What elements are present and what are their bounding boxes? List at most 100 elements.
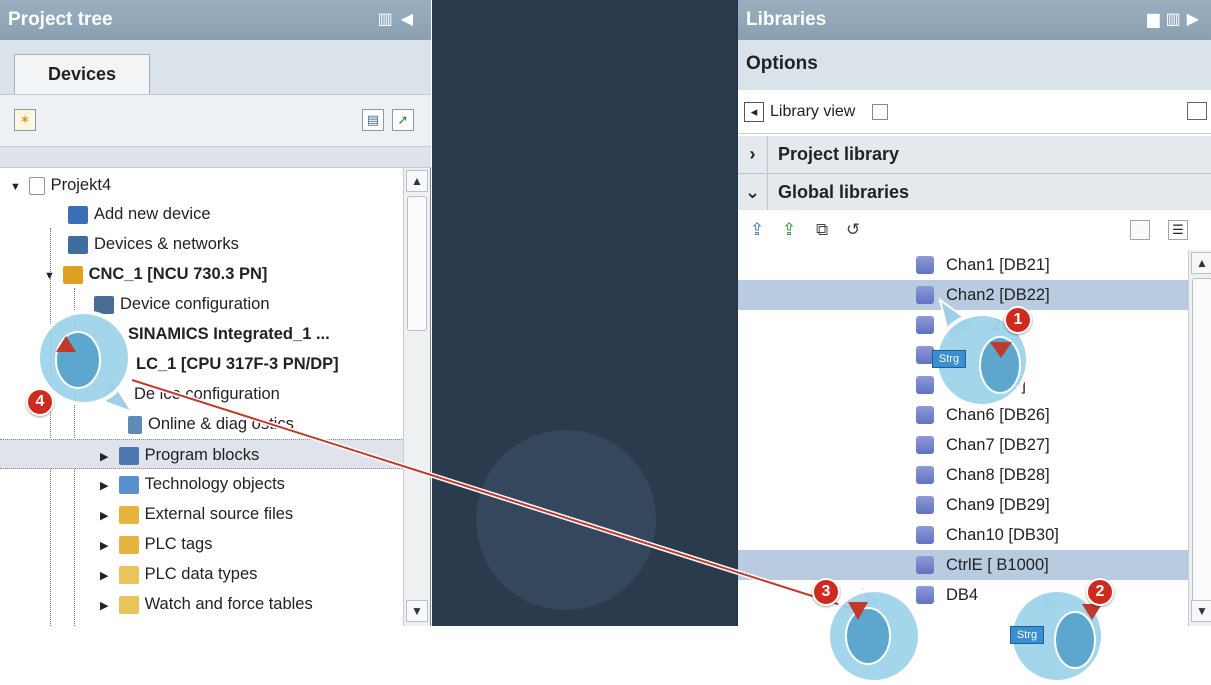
scroll-up-icon[interactable]: ▲ bbox=[406, 170, 428, 192]
tree-item-label: Technology objects bbox=[144, 475, 285, 493]
save-library-icon[interactable]: ⧉ bbox=[816, 220, 836, 240]
detail-view-icon[interactable]: ▤ bbox=[362, 109, 384, 131]
tree-item-label: LC_1 [CPU 317F-3 PN/DP] bbox=[136, 355, 339, 373]
tree-item-label: Online & diag ostics bbox=[148, 415, 294, 433]
expand-down-icon[interactable]: ▼ bbox=[44, 261, 58, 291]
expand-right-icon[interactable]: ▶ bbox=[100, 591, 114, 621]
library-item[interactable]: Chan1 [DB21] bbox=[738, 250, 1188, 280]
tree-item-cnc[interactable]: ▼ CNC_1 [NCU 730.3 PN] bbox=[0, 259, 404, 289]
new-item-icon[interactable]: ✶ bbox=[14, 109, 36, 131]
library-item[interactable]: Chan8 [DB28] bbox=[738, 460, 1188, 490]
tree-item-label: Devices & networks bbox=[94, 235, 239, 253]
library-item[interactable]: 23] bbox=[738, 310, 1188, 340]
project-tree-scrollbar[interactable]: ▲ ▼ bbox=[403, 168, 430, 626]
network-icon bbox=[68, 235, 88, 254]
tree-item-devices-networks[interactable]: Devices & networks bbox=[0, 229, 404, 259]
new-library-icon[interactable]: ⇪ bbox=[750, 220, 770, 240]
library-view-label[interactable]: Library view bbox=[770, 103, 855, 120]
list-view-icon[interactable]: ☰ bbox=[1168, 220, 1188, 240]
step-badge-3: 3 bbox=[812, 578, 840, 606]
library-list-scrollbar[interactable]: ▲ ▼ bbox=[1188, 250, 1211, 626]
technology-objects-icon bbox=[118, 475, 139, 494]
library-item[interactable]: Chan2 [DB22] bbox=[738, 280, 1188, 310]
tree-item-plc-data-types[interactable]: ▶ PLC data types bbox=[0, 559, 404, 589]
watch-table-icon bbox=[118, 595, 139, 614]
data-block-icon bbox=[916, 286, 934, 304]
tree-item-plc[interactable]: LC_1 [CPU 317F-3 PN/DP] bbox=[0, 349, 404, 379]
step-badge-2: 2 bbox=[1086, 578, 1114, 606]
global-libraries-toolbar: ⇪ ⇪ ⧉ ↺ ☰ bbox=[738, 210, 1211, 250]
tab-devices[interactable]: Devices bbox=[14, 54, 150, 94]
ctrl-key-badge: Strg bbox=[1010, 626, 1044, 644]
libraries-title: Libraries bbox=[746, 9, 827, 30]
chevron-right-icon[interactable]: › bbox=[738, 136, 768, 172]
tree-item-label: Add new device bbox=[94, 205, 211, 223]
scroll-thumb[interactable] bbox=[407, 196, 427, 331]
tree-item-device-configuration[interactable]: Device configuration bbox=[0, 289, 404, 319]
expand-right-icon[interactable]: ▶ bbox=[100, 531, 114, 561]
tree-item-watch-force-tables[interactable]: ▶ Watch and force tables bbox=[0, 589, 404, 619]
titlebar-controls: ▆▥▶ bbox=[1147, 0, 1205, 40]
tree-item-external-source-files[interactable]: ▶ External source files bbox=[0, 499, 404, 529]
global-libraries-label: Global libraries bbox=[778, 182, 910, 202]
update-library-icon[interactable]: ↺ bbox=[846, 220, 866, 240]
options-label: Options bbox=[746, 53, 818, 74]
library-item[interactable]: B25] bbox=[738, 370, 1188, 400]
scroll-up-icon[interactable]: ▲ bbox=[1191, 252, 1211, 274]
data-block-icon bbox=[916, 316, 934, 334]
diagnostics-icon bbox=[128, 415, 142, 434]
data-block-icon bbox=[916, 436, 934, 454]
pin-icon[interactable]: ▥ bbox=[378, 11, 401, 28]
tree-item-project[interactable]: ▼ Projekt4 bbox=[0, 170, 404, 200]
tree-item-label: Watch and force tables bbox=[144, 595, 313, 613]
program-blocks-icon bbox=[118, 446, 139, 465]
collapse-right-icon[interactable]: ▶ bbox=[1187, 11, 1205, 28]
pin-icon[interactable]: ▥ bbox=[1166, 11, 1187, 28]
scroll-down-icon[interactable]: ▼ bbox=[406, 600, 428, 622]
tree-item-label: PLC data types bbox=[144, 565, 258, 583]
float-window-icon[interactable]: ▆ bbox=[1147, 11, 1165, 28]
tree-item-plc-device-configuration[interactable]: De ice configuration bbox=[0, 379, 404, 409]
library-item[interactable]: Chan6 [DB26] bbox=[738, 400, 1188, 430]
scroll-thumb[interactable] bbox=[1192, 278, 1211, 608]
library-item[interactable]: Chan7 [DB27] bbox=[738, 430, 1188, 460]
export-icon[interactable]: ➚ bbox=[392, 109, 414, 131]
tree-item-label: SINAMICS Integrated_1 ... bbox=[128, 325, 330, 343]
global-library-list: Chan1 [DB21] Chan2 [DB22] 23] 24] B25] C… bbox=[738, 250, 1188, 626]
tree-item-sinamics[interactable]: SINAMICS Integrated_1 ... bbox=[0, 319, 404, 349]
tree-item-program-blocks[interactable]: ▶ Program blocks bbox=[0, 439, 404, 469]
add-device-icon bbox=[68, 205, 88, 224]
gear-watermark bbox=[476, 430, 656, 610]
tree-item-label: CNC_1 [NCU 730.3 PN] bbox=[88, 265, 268, 283]
expand-right-icon[interactable]: ▶ bbox=[100, 471, 114, 501]
library-item[interactable]: Chan9 [DB29] bbox=[738, 490, 1188, 520]
library-item[interactable]: CtrlE [ B1000] bbox=[738, 550, 1188, 580]
plc-tags-icon bbox=[118, 535, 139, 554]
tree-item-label: External source files bbox=[144, 505, 294, 523]
library-item[interactable]: DB4 bbox=[738, 580, 1188, 610]
open-library-icon[interactable]: ⇪ bbox=[782, 220, 802, 240]
tree-header-bar bbox=[0, 146, 431, 168]
tree-item-online-diagnostics[interactable]: Online & diag ostics bbox=[0, 409, 404, 439]
external-source-icon bbox=[118, 505, 139, 524]
expand-right-icon[interactable]: ▶ bbox=[100, 561, 114, 591]
library-view-options-icon[interactable] bbox=[871, 103, 888, 120]
project-icon bbox=[28, 176, 45, 195]
tree-item-add-device[interactable]: Add new device bbox=[0, 199, 404, 229]
expand-down-icon[interactable]: ▼ bbox=[10, 172, 24, 202]
maximize-icon[interactable] bbox=[1187, 102, 1207, 120]
expand-right-icon[interactable]: ▶ bbox=[100, 442, 114, 472]
expand-right-icon[interactable]: ▶ bbox=[100, 501, 114, 531]
tree-item-plc-tags[interactable]: ▶ PLC tags bbox=[0, 529, 404, 559]
collapse-left-icon[interactable]: ◀ bbox=[401, 11, 421, 28]
project-library-section[interactable]: › Project library bbox=[738, 136, 1211, 174]
library-item[interactable]: Chan10 [DB30] bbox=[738, 520, 1188, 550]
libraries-panel: Libraries ▆▥▶ Options ◂ Library view › Pro… bbox=[736, 0, 1211, 626]
scroll-down-icon[interactable]: ▼ bbox=[1191, 600, 1211, 622]
library-view-toggle-icon[interactable]: ◂ bbox=[744, 101, 764, 122]
options-bar[interactable]: Options bbox=[738, 40, 1211, 90]
global-libraries-section[interactable]: ⌄ Global libraries bbox=[738, 174, 1211, 212]
new-type-icon[interactable] bbox=[1130, 220, 1150, 240]
tree-item-technology-objects[interactable]: ▶ Technology objects bbox=[0, 469, 404, 499]
chevron-down-icon[interactable]: ⌄ bbox=[738, 174, 768, 210]
